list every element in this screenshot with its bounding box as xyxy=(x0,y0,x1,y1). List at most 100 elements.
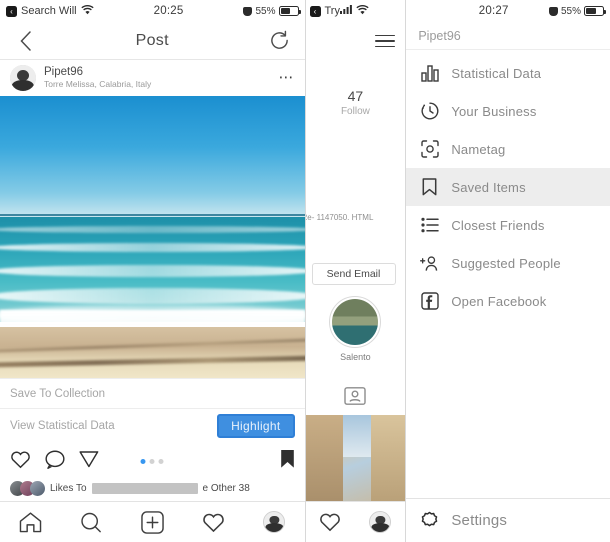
status-bar-right: 55% xyxy=(243,5,301,17)
likes-prefix: Likes To xyxy=(50,483,87,494)
status-bar-right: 55% xyxy=(548,5,606,17)
profile-navbar xyxy=(306,22,406,60)
screenshot-root: ‹ Search Will 20:25 55% Post Pipet96 Tor… xyxy=(0,0,610,542)
profile-bio-text: Re- 1147050. HTML xyxy=(305,213,374,222)
activity-heart-icon[interactable] xyxy=(202,512,225,533)
liker-avatar xyxy=(30,481,45,496)
status-bar-left[interactable]: ‹ Try xyxy=(309,5,340,17)
search-icon[interactable] xyxy=(80,512,102,533)
profile-grid-photo[interactable] xyxy=(305,415,406,503)
status-time: 20:25 xyxy=(153,5,184,17)
menu-item-suggested-people[interactable]: Suggested People xyxy=(406,244,610,282)
bar-chart-icon xyxy=(420,64,439,83)
add-post-icon[interactable] xyxy=(140,510,164,534)
profile-avatar[interactable] xyxy=(263,511,286,533)
menu-item-label: Statistical Data xyxy=(451,65,542,81)
refresh-icon[interactable] xyxy=(267,28,293,54)
battery-percent: 55% xyxy=(560,5,581,17)
menu-item-label: Open Facebook xyxy=(451,293,547,309)
comment-icon[interactable] xyxy=(45,450,65,474)
post-header: Pipet96 Torre Melissa, Calabria, Italy ⋯ xyxy=(0,60,305,96)
post-image[interactable] xyxy=(0,96,305,378)
likers-avatars xyxy=(10,481,45,496)
wifi-icon xyxy=(356,4,369,18)
add-person-icon xyxy=(420,254,439,273)
follow-label: Follow xyxy=(340,106,370,117)
menu-item-label: Your Business xyxy=(451,103,537,119)
story-highlight-ring xyxy=(329,296,382,348)
bookmark-icon xyxy=(420,178,439,197)
list-icon xyxy=(420,216,439,235)
menu-item-label: Closest Friends xyxy=(451,217,545,233)
battery-percent: 55% xyxy=(255,5,276,17)
status-bar-left[interactable]: ‹ Search Will xyxy=(6,4,94,18)
back-chip-icon: ‹ xyxy=(6,5,17,17)
menu-item-saved-items[interactable]: Saved Items xyxy=(406,168,610,206)
post-location[interactable]: Torre Melissa, Calabria, Italy xyxy=(44,80,271,90)
avatar[interactable] xyxy=(10,65,36,91)
profile-follow-stat[interactable]: 47 Follow xyxy=(306,88,406,117)
status-back-label: Try xyxy=(324,5,340,17)
story-highlight-thumbnail xyxy=(332,299,379,345)
likes-suffix: e Other 38 xyxy=(202,483,250,494)
follow-count: 47 xyxy=(347,88,364,104)
facebook-icon xyxy=(420,292,439,311)
page-title: Post xyxy=(135,31,169,49)
bookmark-icon[interactable] xyxy=(280,449,295,474)
menu-item-open-facebook[interactable]: Open Facebook xyxy=(406,282,610,320)
menu-item-nametag[interactable]: Nametag xyxy=(406,130,610,168)
post-navbar: Post xyxy=(0,22,305,60)
pager-dot xyxy=(149,459,155,464)
save-to-collection-row[interactable]: Save To Collection xyxy=(0,378,305,408)
battery-icon xyxy=(278,6,301,16)
menu-item-label: Saved Items xyxy=(451,179,526,195)
bottom-tab-bar xyxy=(0,501,305,542)
likes-row[interactable]: Likes To e Other 38 xyxy=(10,481,295,496)
image-pager xyxy=(140,459,164,464)
heart-icon[interactable] xyxy=(10,450,31,474)
post-username[interactable]: Pipet96 xyxy=(44,66,271,79)
menu-item-label: Suggested People xyxy=(451,255,561,271)
view-statistical-data-row[interactable]: View Statistical Data Highlight xyxy=(0,408,305,442)
menu-item-your-business[interactable]: Your Business xyxy=(406,92,610,130)
shield-icon xyxy=(548,6,558,16)
story-highlight[interactable]: Salento xyxy=(329,296,382,362)
status-bar-profile: ‹ Try xyxy=(306,0,406,22)
back-chip-icon: ‹ xyxy=(309,5,321,17)
menu-list: Statistical Data Your Business Nametag S… xyxy=(406,50,610,320)
clock-history-icon xyxy=(420,102,439,121)
wifi-icon xyxy=(81,4,94,18)
menu-item-settings[interactable]: Settings xyxy=(406,498,610,542)
panel-side-menu: 20:27 55% Pipet96 Statistical Data Your … xyxy=(406,0,610,542)
menu-item-label: Nametag xyxy=(451,141,506,157)
settings-label: Settings xyxy=(451,512,508,529)
status-bar-menu: 20:27 55% xyxy=(406,0,610,22)
pager-dot xyxy=(158,459,164,464)
menu-header-username[interactable]: Pipet96 xyxy=(406,22,610,50)
more-options-icon[interactable]: ⋯ xyxy=(279,70,295,85)
status-back-label: Search Will xyxy=(21,5,77,17)
shield-icon xyxy=(243,6,253,16)
chevron-left-icon[interactable] xyxy=(12,28,38,54)
gear-icon xyxy=(420,511,439,530)
activity-heart-icon[interactable] xyxy=(319,512,341,532)
home-icon[interactable] xyxy=(19,511,42,533)
post-user-info: Pipet96 Torre Melissa, Calabria, Italy xyxy=(44,66,271,89)
save-to-collection-label: Save To Collection xyxy=(10,387,106,400)
status-bar-post: ‹ Search Will 20:25 55% xyxy=(0,0,305,22)
pager-dot xyxy=(140,459,146,464)
engagement-icons xyxy=(10,449,295,474)
panel-post-detail: ‹ Search Will 20:25 55% Post Pipet96 Tor… xyxy=(0,0,306,542)
highlight-button[interactable]: Highlight xyxy=(217,413,295,438)
tagged-photos-icon[interactable] xyxy=(344,386,367,411)
profile-bottom-bar xyxy=(305,501,406,542)
hamburger-menu-icon[interactable] xyxy=(375,34,396,48)
menu-item-closest-friends[interactable]: Closest Friends xyxy=(406,206,610,244)
likes-redacted-name xyxy=(91,483,198,494)
status-time: 20:27 xyxy=(478,5,509,17)
send-icon[interactable] xyxy=(79,450,99,474)
story-highlight-label: Salento xyxy=(340,352,371,362)
menu-item-statistical-data[interactable]: Statistical Data xyxy=(406,54,610,92)
send-email-button[interactable]: Send Email xyxy=(311,263,396,285)
profile-avatar[interactable] xyxy=(369,511,392,533)
